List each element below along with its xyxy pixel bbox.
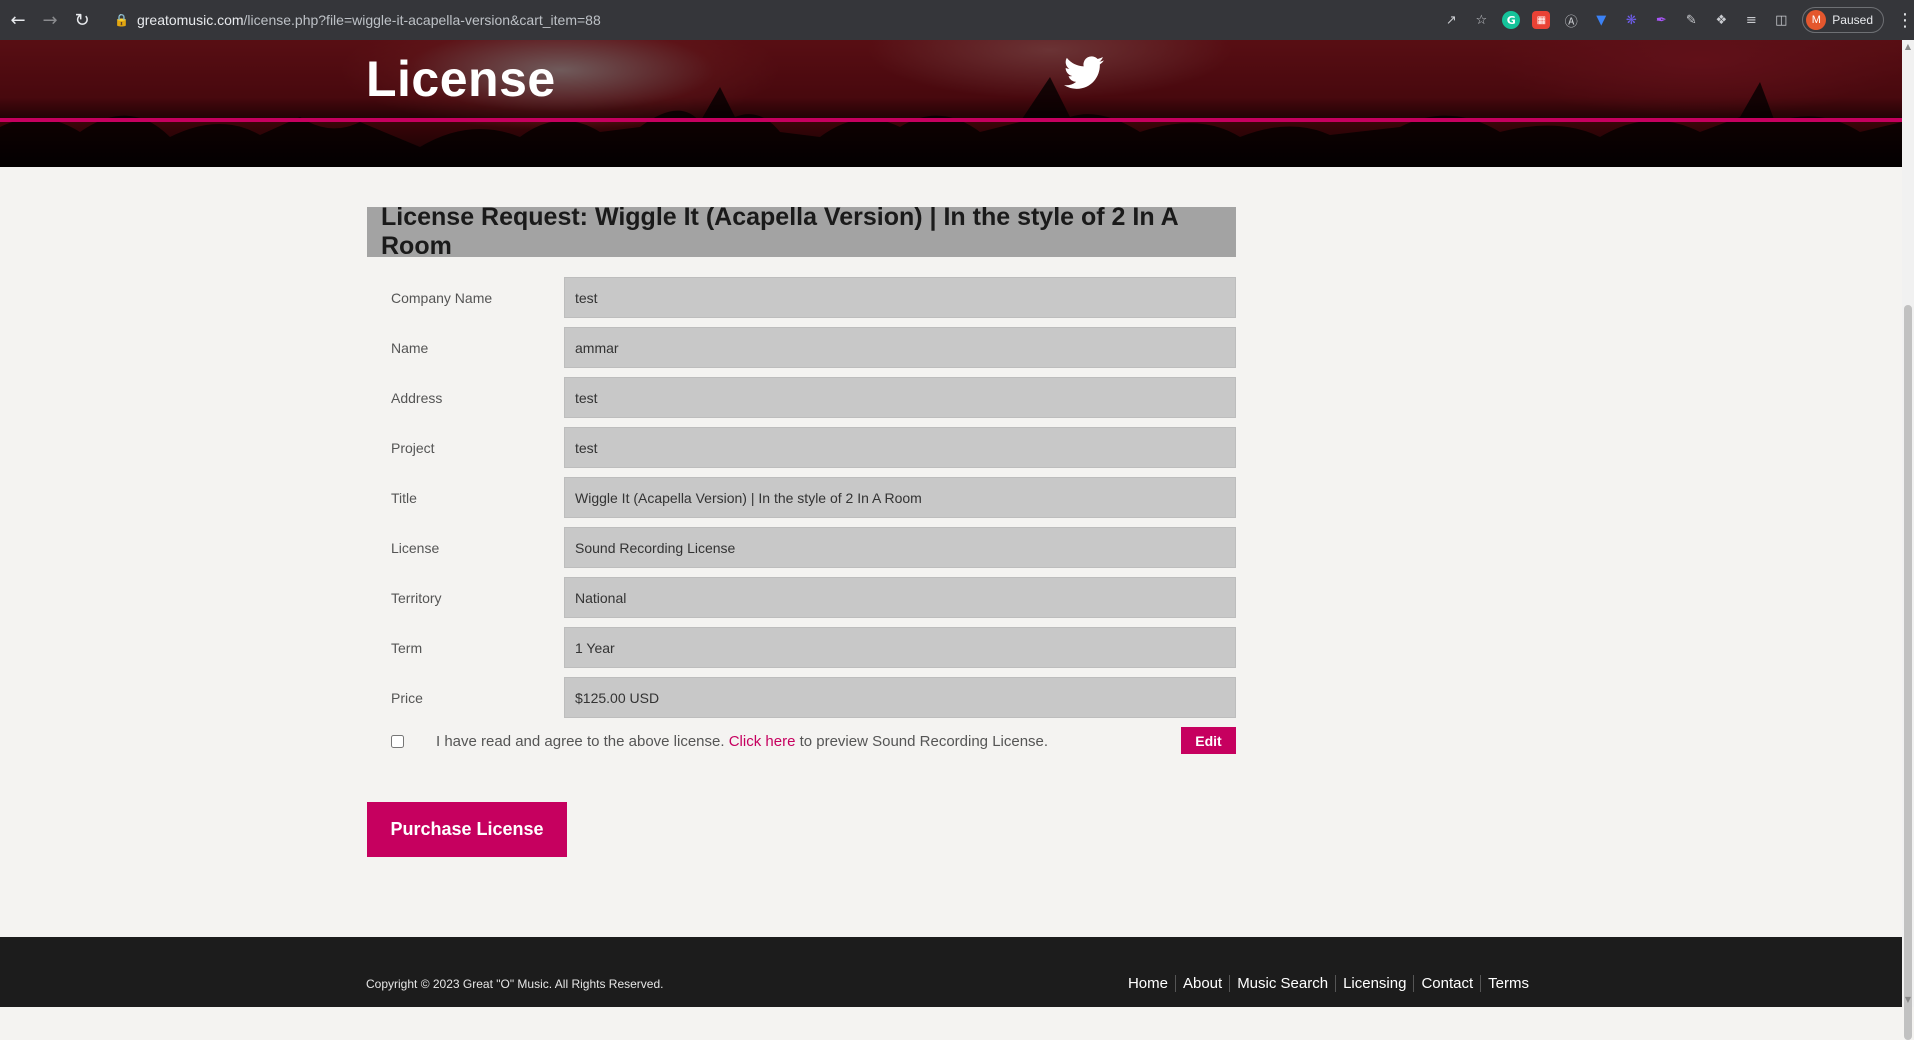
field-label: Project — [391, 439, 435, 456]
license-request-header: License Request: Wiggle It (Acapella Ver… — [367, 203, 1236, 260]
reload-icon[interactable]: ↻ — [68, 6, 96, 34]
shield-extension-icon[interactable]: ▼ — [1592, 11, 1610, 29]
term-field[interactable]: 1 Year — [564, 627, 1236, 668]
pen-extension-icon[interactable]: ✎ — [1682, 11, 1700, 29]
price-field[interactable]: $125.00 USD — [564, 677, 1236, 718]
name-field[interactable]: ammar — [564, 327, 1236, 368]
translate-extension-icon[interactable]: Ⓐ — [1562, 11, 1580, 30]
form-row-price: Price $125.00 USD — [367, 677, 1236, 718]
back-icon[interactable]: ← — [4, 6, 32, 34]
bookmark-star-icon[interactable]: ☆ — [1472, 11, 1490, 29]
agreement-text: I have read and agree to the above licen… — [436, 733, 1048, 750]
agreement-row: I have read and agree to the above licen… — [367, 727, 1236, 755]
profile-button[interactable]: M Paused — [1802, 7, 1884, 33]
territory-field[interactable]: National — [564, 577, 1236, 618]
preview-license-link[interactable]: Click here — [729, 733, 796, 750]
license-field[interactable]: Sound Recording License — [564, 527, 1236, 568]
page-title: License — [366, 51, 556, 107]
lock-icon[interactable]: 🔒 — [114, 13, 129, 27]
hero-accent-line — [0, 118, 1902, 122]
field-label: Price — [391, 689, 423, 706]
edit-button[interactable]: Edit — [1181, 727, 1236, 754]
form-row-company-name: Company Name test — [367, 277, 1236, 318]
menu-kebab-icon[interactable]: ⋮ — [1896, 10, 1914, 31]
purchase-license-button[interactable]: Purchase License — [367, 802, 567, 857]
copyright-text: Copyright © 2023 Great "O" Music. All Ri… — [366, 977, 664, 991]
scroll-down-arrow-icon[interactable]: ▼ — [1904, 995, 1912, 1005]
form-row-project: Project test — [367, 427, 1236, 468]
license-request-form: License Request: Wiggle It (Acapella Ver… — [367, 203, 1236, 857]
form-row-address: Address test — [367, 377, 1236, 418]
footer-link-licensing[interactable]: Licensing — [1335, 975, 1413, 992]
form-row-term: Term 1 Year — [367, 627, 1236, 668]
footer: Copyright © 2023 Great "O" Music. All Ri… — [0, 937, 1902, 1007]
field-label: Territory — [391, 589, 442, 606]
media-queue-icon[interactable]: ≡ — [1742, 11, 1760, 29]
avatar: M — [1806, 10, 1827, 30]
side-panel-icon[interactable]: ◫ — [1772, 11, 1790, 29]
scroll-up-arrow-icon[interactable]: ▲ — [1904, 42, 1912, 52]
form-fields: Company Name test Name ammar Address tes… — [367, 277, 1236, 718]
share-icon[interactable]: ↗ — [1442, 11, 1460, 29]
twitter-icon[interactable] — [1064, 56, 1104, 90]
url-host: greatomusic.com — [136, 12, 244, 28]
hero-title-band — [0, 40, 1902, 120]
footer-link-music-search[interactable]: Music Search — [1229, 975, 1335, 992]
field-label: Name — [391, 339, 429, 356]
form-row-license: License Sound Recording License — [367, 527, 1236, 568]
field-label: Title — [391, 489, 417, 506]
browser-toolbar: ← → ↻ 🔒 greatomusic.com/license.php?file… — [0, 0, 1914, 40]
company-name-field[interactable]: test — [564, 277, 1236, 318]
url-path: /license.php?file=wiggle-it-acapella-ver… — [243, 12, 601, 28]
grammarly-extension-icon[interactable]: G — [1502, 11, 1521, 29]
feather-extension-icon[interactable]: ✒ — [1652, 11, 1670, 29]
forward-icon[interactable]: → — [36, 6, 64, 34]
field-label: Term — [391, 639, 423, 656]
colorful-extension-icon[interactable]: ▦ — [1532, 11, 1551, 29]
gear-extension-icon[interactable]: ❋ — [1622, 11, 1640, 29]
agree-text-before: I have read and agree to the above licen… — [436, 732, 725, 750]
puzzle-extensions-icon[interactable]: ❖ — [1712, 11, 1730, 29]
page-scrollbar[interactable]: ▲ ▼ — [1902, 40, 1914, 1040]
field-label: Address — [391, 389, 443, 406]
field-label: Company Name — [391, 289, 493, 306]
title-field[interactable]: Wiggle It (Acapella Version) | In the st… — [564, 477, 1236, 518]
profile-status: Paused — [1832, 13, 1873, 27]
form-row-name: Name ammar — [367, 327, 1236, 368]
agree-text-after: to preview Sound Recording License. — [799, 732, 1049, 750]
agree-checkbox[interactable] — [391, 734, 404, 748]
form-row-title: Title Wiggle It (Acapella Version) | In … — [367, 477, 1236, 518]
scrollbar-thumb[interactable] — [1904, 305, 1912, 1040]
footer-nav: Home About Music Search Licensing Contac… — [1121, 975, 1536, 992]
address-bar[interactable]: greatomusic.com/license.php?file=wiggle-… — [137, 12, 601, 28]
project-field[interactable]: test — [564, 427, 1236, 468]
address-field[interactable]: test — [564, 377, 1236, 418]
footer-link-home[interactable]: Home — [1121, 975, 1175, 992]
footer-link-terms[interactable]: Terms — [1480, 975, 1536, 992]
field-label: License — [391, 539, 440, 556]
footer-link-contact[interactable]: Contact — [1413, 975, 1480, 992]
form-row-territory: Territory National — [367, 577, 1236, 618]
footer-link-about[interactable]: About — [1174, 975, 1229, 992]
